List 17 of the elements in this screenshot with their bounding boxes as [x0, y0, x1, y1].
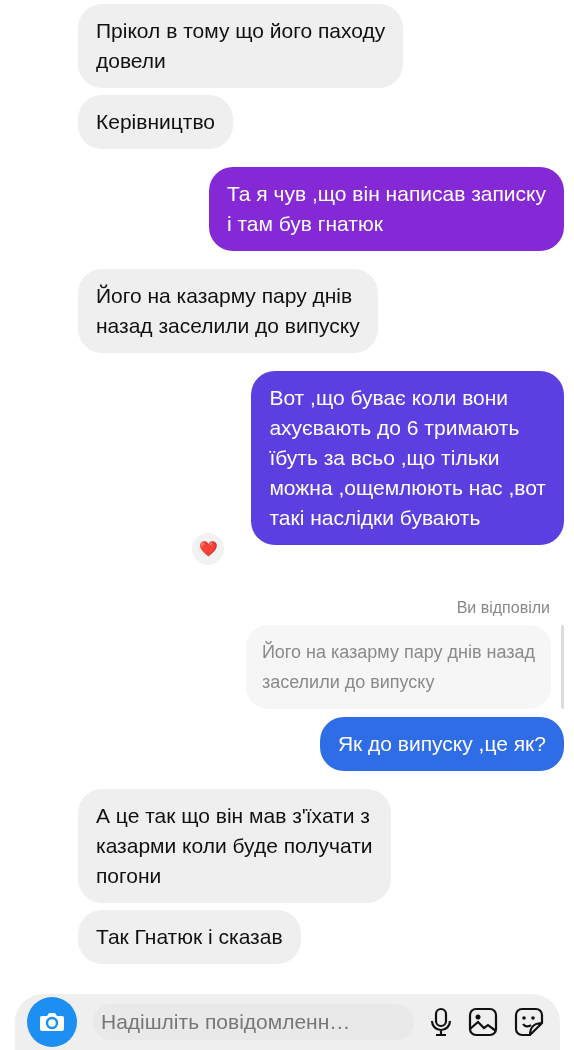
message-input[interactable]: Надішліть повідомленн… — [93, 1004, 414, 1040]
message-bubble: Вот ,що буває коли вони ахуєвають до 6 тримають їбуть за всьо ,що тільки можна ,ощемлюють нас ,вот такі наслідки бувають — [251, 371, 564, 545]
message-bubble: Його на казарму пару днів назад заселили до випуску — [78, 269, 378, 353]
sticker-icon[interactable] — [514, 1007, 544, 1037]
message-bubble: Керівництво — [78, 95, 233, 149]
gallery-icon[interactable] — [468, 1007, 498, 1037]
microphone-icon[interactable] — [430, 1007, 452, 1037]
message-bubble: Прікол в тому що його паходу довели — [78, 4, 404, 88]
message-bubble: Так Гнатюк і сказав — [78, 910, 301, 964]
message-bubble: Як до випуску ,це як? — [319, 717, 564, 771]
quoted-message: Його на казарму пару днів назад заселили до випуску — [245, 625, 551, 709]
camera-icon — [39, 1011, 65, 1033]
message-bubble: Та я чув ,що він написав записку і там був гнатюк — [208, 167, 564, 251]
reaction-badge[interactable]: ❤ — [190, 531, 226, 567]
reply-label: Ви відповіли — [456, 599, 551, 617]
camera-button[interactable] — [27, 997, 77, 1047]
message-bubble: А це так що він мав з'їхати з казарми коли буде получати погони — [78, 789, 391, 903]
